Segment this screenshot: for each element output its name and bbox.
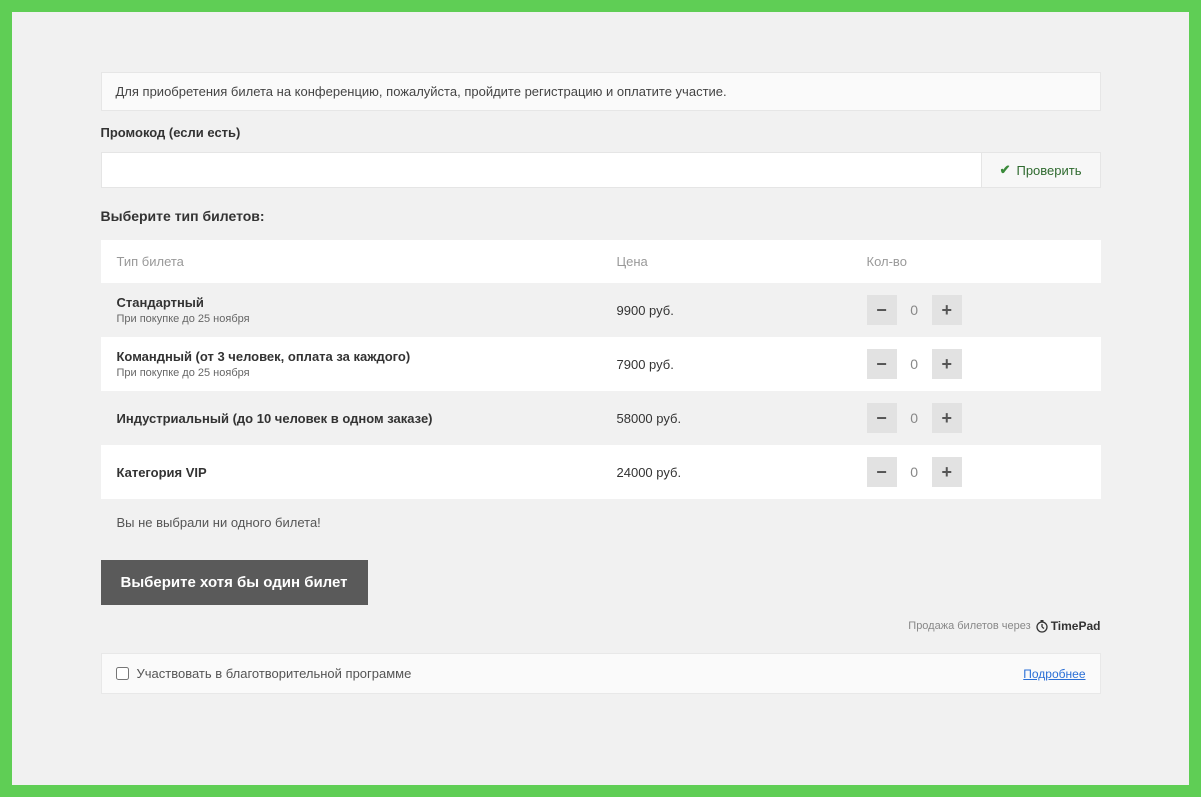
warning-text: Вы не выбрали ни одного билета! xyxy=(101,499,1101,546)
qty-plus-button[interactable]: + xyxy=(932,349,962,379)
ticket-sub: При покупке до 25 ноября xyxy=(117,313,585,325)
timepad-logo: TimePad xyxy=(1035,619,1101,633)
ticket-price: 24000 руб. xyxy=(601,445,851,499)
qty-minus-button[interactable]: − xyxy=(867,457,897,487)
ticket-name: Индустриальный (до 10 человек в одном за… xyxy=(117,411,585,426)
ticket-name: Стандартный xyxy=(117,295,585,310)
qty-plus-button[interactable]: + xyxy=(932,295,962,325)
check-icon: ✔ xyxy=(1000,162,1011,178)
qty-minus-button[interactable]: − xyxy=(867,295,897,325)
col-header-name: Тип билета xyxy=(101,240,601,283)
qty-plus-button[interactable]: + xyxy=(932,457,962,487)
table-header-row: Тип билета Цена Кол-во xyxy=(101,240,1101,283)
qty-minus-button[interactable]: − xyxy=(867,403,897,433)
promo-input[interactable] xyxy=(101,152,982,188)
table-row: Командный (от 3 человек, оплата за каждо… xyxy=(101,337,1101,391)
submit-area: Выберите хотя бы один билет xyxy=(101,560,1101,605)
ticket-name: Категория VIP xyxy=(117,465,585,480)
attrib-prefix: Продажа билетов через xyxy=(908,620,1030,632)
col-header-price: Цена xyxy=(601,240,851,283)
ticket-name: Командный (от 3 человек, оплата за каждо… xyxy=(117,349,585,364)
qty-value: 0 xyxy=(900,464,928,480)
ticket-price: 9900 руб. xyxy=(601,283,851,337)
qty-plus-button[interactable]: + xyxy=(932,403,962,433)
qty-value: 0 xyxy=(900,410,928,426)
promo-check-label: Проверить xyxy=(1016,163,1081,178)
promo-label: Промокод (если есть) xyxy=(101,125,1101,140)
qty-value: 0 xyxy=(900,356,928,372)
col-header-qty: Кол-во xyxy=(851,240,1101,283)
ticket-sub: При покупке до 25 ноября xyxy=(117,367,585,379)
ticket-table: Тип билета Цена Кол-во Стандартный При п… xyxy=(101,240,1101,546)
timepad-brand-text: TimePad xyxy=(1051,619,1101,633)
warning-row: Вы не выбрали ни одного билета! xyxy=(101,499,1101,546)
page-frame: Для приобретения билета на конференцию, … xyxy=(12,12,1189,785)
ticket-price: 7900 руб. xyxy=(601,337,851,391)
charity-more-link[interactable]: Подробнее xyxy=(1023,667,1085,681)
footer-attribution: Продажа билетов через TimePad xyxy=(101,619,1101,633)
charity-left: Участвовать в благотворительной программ… xyxy=(116,666,412,681)
promo-row: ✔ Проверить xyxy=(101,152,1101,188)
table-row: Стандартный При покупке до 25 ноября 990… xyxy=(101,283,1101,337)
qty-minus-button[interactable]: − xyxy=(867,349,897,379)
submit-button[interactable]: Выберите хотя бы один билет xyxy=(101,560,368,605)
charity-row: Участвовать в благотворительной программ… xyxy=(101,653,1101,694)
charity-checkbox[interactable] xyxy=(116,667,129,680)
form-container: Для приобретения билета на конференцию, … xyxy=(101,72,1101,694)
info-banner: Для приобретения билета на конференцию, … xyxy=(101,72,1101,111)
qty-value: 0 xyxy=(900,302,928,318)
charity-label: Участвовать в благотворительной программ… xyxy=(137,666,412,681)
promo-check-button[interactable]: ✔ Проверить xyxy=(982,152,1101,188)
tickets-heading: Выберите тип билетов: xyxy=(101,208,1101,224)
table-row: Категория VIP 24000 руб. − 0 + xyxy=(101,445,1101,499)
ticket-price: 58000 руб. xyxy=(601,391,851,445)
table-row: Индустриальный (до 10 человек в одном за… xyxy=(101,391,1101,445)
stopwatch-icon xyxy=(1035,619,1049,633)
